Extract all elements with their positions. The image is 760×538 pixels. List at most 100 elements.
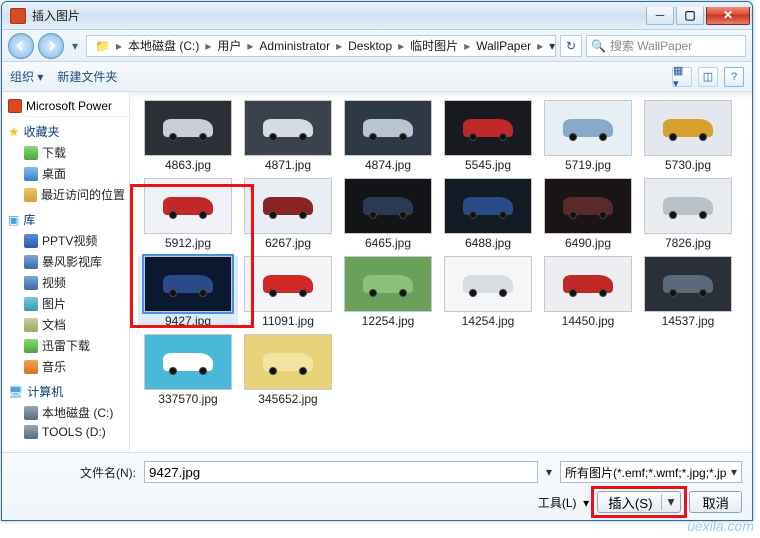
recent-app[interactable]: Microsoft Power — [2, 96, 129, 117]
favorites-header[interactable]: ★收藏夹 — [2, 117, 129, 142]
breadcrumb-segment[interactable]: Desktop — [344, 39, 396, 53]
sidebar-item-label: 文档 — [42, 316, 66, 333]
view-mode-button[interactable]: ▦ ▾ — [672, 67, 692, 87]
filetype-combo[interactable]: 所有图片(*.emf;*.wmf;*.jpg;*.jp ▾ — [560, 461, 742, 483]
breadcrumb-segment[interactable]: 本地磁盘 (C:) — [124, 37, 203, 54]
sidebar-item[interactable]: TOOLS (D:) — [2, 423, 129, 441]
sidebar-item[interactable]: 下载 — [2, 142, 129, 163]
sidebar-item[interactable]: 音乐 — [2, 356, 129, 377]
sidebar-item[interactable]: 本地磁盘 (C:) — [2, 402, 129, 423]
title-bar: 插入图片 ─ ▢ ✕ — [2, 2, 752, 30]
folder-icon — [24, 276, 38, 290]
file-name: 6490.jpg — [538, 236, 638, 250]
breadcrumb-segment[interactable]: 用户 — [213, 37, 245, 54]
file-name: 6465.jpg — [338, 236, 438, 250]
arrow-left-icon — [15, 40, 27, 52]
help-button[interactable]: ? — [724, 67, 744, 87]
star-icon: ★ — [8, 124, 20, 140]
cancel-button[interactable]: 取消 — [689, 491, 742, 513]
sidebar-item[interactable]: PPTV视频 — [2, 230, 129, 251]
file-name: 4863.jpg — [138, 158, 238, 172]
maximize-button[interactable]: ▢ — [676, 7, 704, 25]
filename-input[interactable] — [144, 461, 538, 483]
folder-icon — [24, 339, 38, 353]
thumbnail-image — [144, 100, 232, 156]
window-buttons: ─ ▢ ✕ — [644, 7, 750, 25]
preview-pane-button[interactable]: ◫ — [698, 67, 718, 87]
file-thumbnail[interactable]: 12254.jpg — [338, 256, 438, 328]
sidebar-item[interactable]: 暴风影视库 — [2, 251, 129, 272]
filename-dropdown[interactable]: ▾ — [546, 465, 552, 479]
sidebar-item-label: 最近访问的位置 — [41, 186, 125, 203]
file-thumbnail[interactable]: 337570.jpg — [138, 334, 238, 406]
insert-dropdown[interactable]: ▾ — [661, 494, 681, 510]
file-thumbnail[interactable]: 11091.jpg — [238, 256, 338, 328]
chevron-right-icon: ▸ — [203, 39, 213, 53]
file-thumbnail[interactable]: 5545.jpg — [438, 100, 538, 172]
breadcrumb-segment[interactable]: 临时图片 — [406, 37, 462, 54]
thumbnail-image — [644, 100, 732, 156]
file-thumbnail[interactable]: 345652.jpg — [238, 334, 338, 406]
breadcrumb-segment[interactable]: Administrator — [255, 39, 334, 53]
search-input[interactable]: 🔍 搜索 WallPaper — [586, 35, 746, 57]
insert-button[interactable]: 插入(S)▾ — [597, 491, 681, 513]
thumbnail-image — [644, 178, 732, 234]
toolbar: 组织 ▾ 新建文件夹 ▦ ▾ ◫ ? — [2, 62, 752, 92]
file-thumbnail[interactable]: 6488.jpg — [438, 178, 538, 250]
file-thumbnail[interactable]: 6267.jpg — [238, 178, 338, 250]
file-thumbnail[interactable]: 4863.jpg — [138, 100, 238, 172]
thumbnail-image — [144, 178, 232, 234]
computer-header[interactable]: 🖥计算机 — [2, 377, 129, 402]
sidebar-item[interactable]: 桌面 — [2, 163, 129, 184]
new-folder-button[interactable]: 新建文件夹 — [57, 68, 117, 85]
back-button[interactable] — [8, 33, 34, 59]
file-thumbnail[interactable]: 4874.jpg — [338, 100, 438, 172]
file-thumbnail[interactable]: 5719.jpg — [538, 100, 638, 172]
sidebar-item-label: 视频 — [42, 274, 66, 291]
folder-icon — [24, 255, 38, 269]
sidebar-item[interactable]: 文档 — [2, 314, 129, 335]
refresh-button[interactable]: ↻ — [560, 35, 582, 57]
file-list[interactable]: 4863.jpg4871.jpg4874.jpg5545.jpg5719.jpg… — [130, 92, 752, 452]
libraries-header[interactable]: ▣库 — [2, 205, 129, 230]
thumbnail-image — [244, 178, 332, 234]
thumbnail-image — [344, 100, 432, 156]
sidebar-item-label: 图片 — [42, 295, 66, 312]
file-thumbnail[interactable]: 6490.jpg — [538, 178, 638, 250]
file-thumbnail[interactable]: 5730.jpg — [638, 100, 738, 172]
file-thumbnail[interactable]: 7826.jpg — [638, 178, 738, 250]
thumbnail-image — [144, 334, 232, 390]
sidebar-item[interactable]: 视频 — [2, 272, 129, 293]
close-button[interactable]: ✕ — [706, 7, 750, 25]
thumbnail-image — [244, 334, 332, 390]
filename-label: 文件名(N): — [12, 464, 136, 481]
breadcrumb-segment[interactable]: WallPaper — [472, 39, 535, 53]
arrow-right-icon — [45, 40, 57, 52]
breadcrumb[interactable]: 📁 ▸ 本地磁盘 (C:)▸用户▸Administrator▸Desktop▸临… — [86, 35, 556, 57]
file-thumbnail[interactable]: 14254.jpg — [438, 256, 538, 328]
thumbnail-image — [544, 256, 632, 312]
file-thumbnail[interactable]: 4871.jpg — [238, 100, 338, 172]
file-thumbnail[interactable]: 14537.jpg — [638, 256, 738, 328]
sidebar-item[interactable]: 最近访问的位置 — [2, 184, 129, 205]
file-name: 5719.jpg — [538, 158, 638, 172]
sidebar-item[interactable]: 迅雷下载 — [2, 335, 129, 356]
organize-menu[interactable]: 组织 ▾ — [10, 68, 43, 85]
nav-history-dropdown[interactable]: ▾ — [68, 33, 82, 59]
sidebar-item-label: TOOLS (D:) — [42, 425, 106, 439]
file-thumbnail[interactable]: 9427.jpg — [138, 256, 238, 328]
minimize-button[interactable]: ─ — [646, 7, 674, 25]
file-thumbnail[interactable]: 6465.jpg — [338, 178, 438, 250]
file-thumbnail[interactable]: 14450.jpg — [538, 256, 638, 328]
breadcrumb-dropdown[interactable]: ▾ — [545, 39, 556, 53]
forward-button[interactable] — [38, 33, 64, 59]
sidebar-item[interactable]: 图片 — [2, 293, 129, 314]
file-name: 6267.jpg — [238, 236, 338, 250]
folder-icon — [24, 167, 38, 181]
thumbnail-image — [444, 256, 532, 312]
nav-sidebar: Microsoft Power ★收藏夹 下载桌面最近访问的位置 ▣库 PPTV… — [2, 92, 130, 452]
file-name: 14537.jpg — [638, 314, 738, 328]
file-name: 7826.jpg — [638, 236, 738, 250]
tools-menu[interactable]: 工具(L) ▾ — [538, 494, 589, 511]
file-thumbnail[interactable]: 5912.jpg — [138, 178, 238, 250]
